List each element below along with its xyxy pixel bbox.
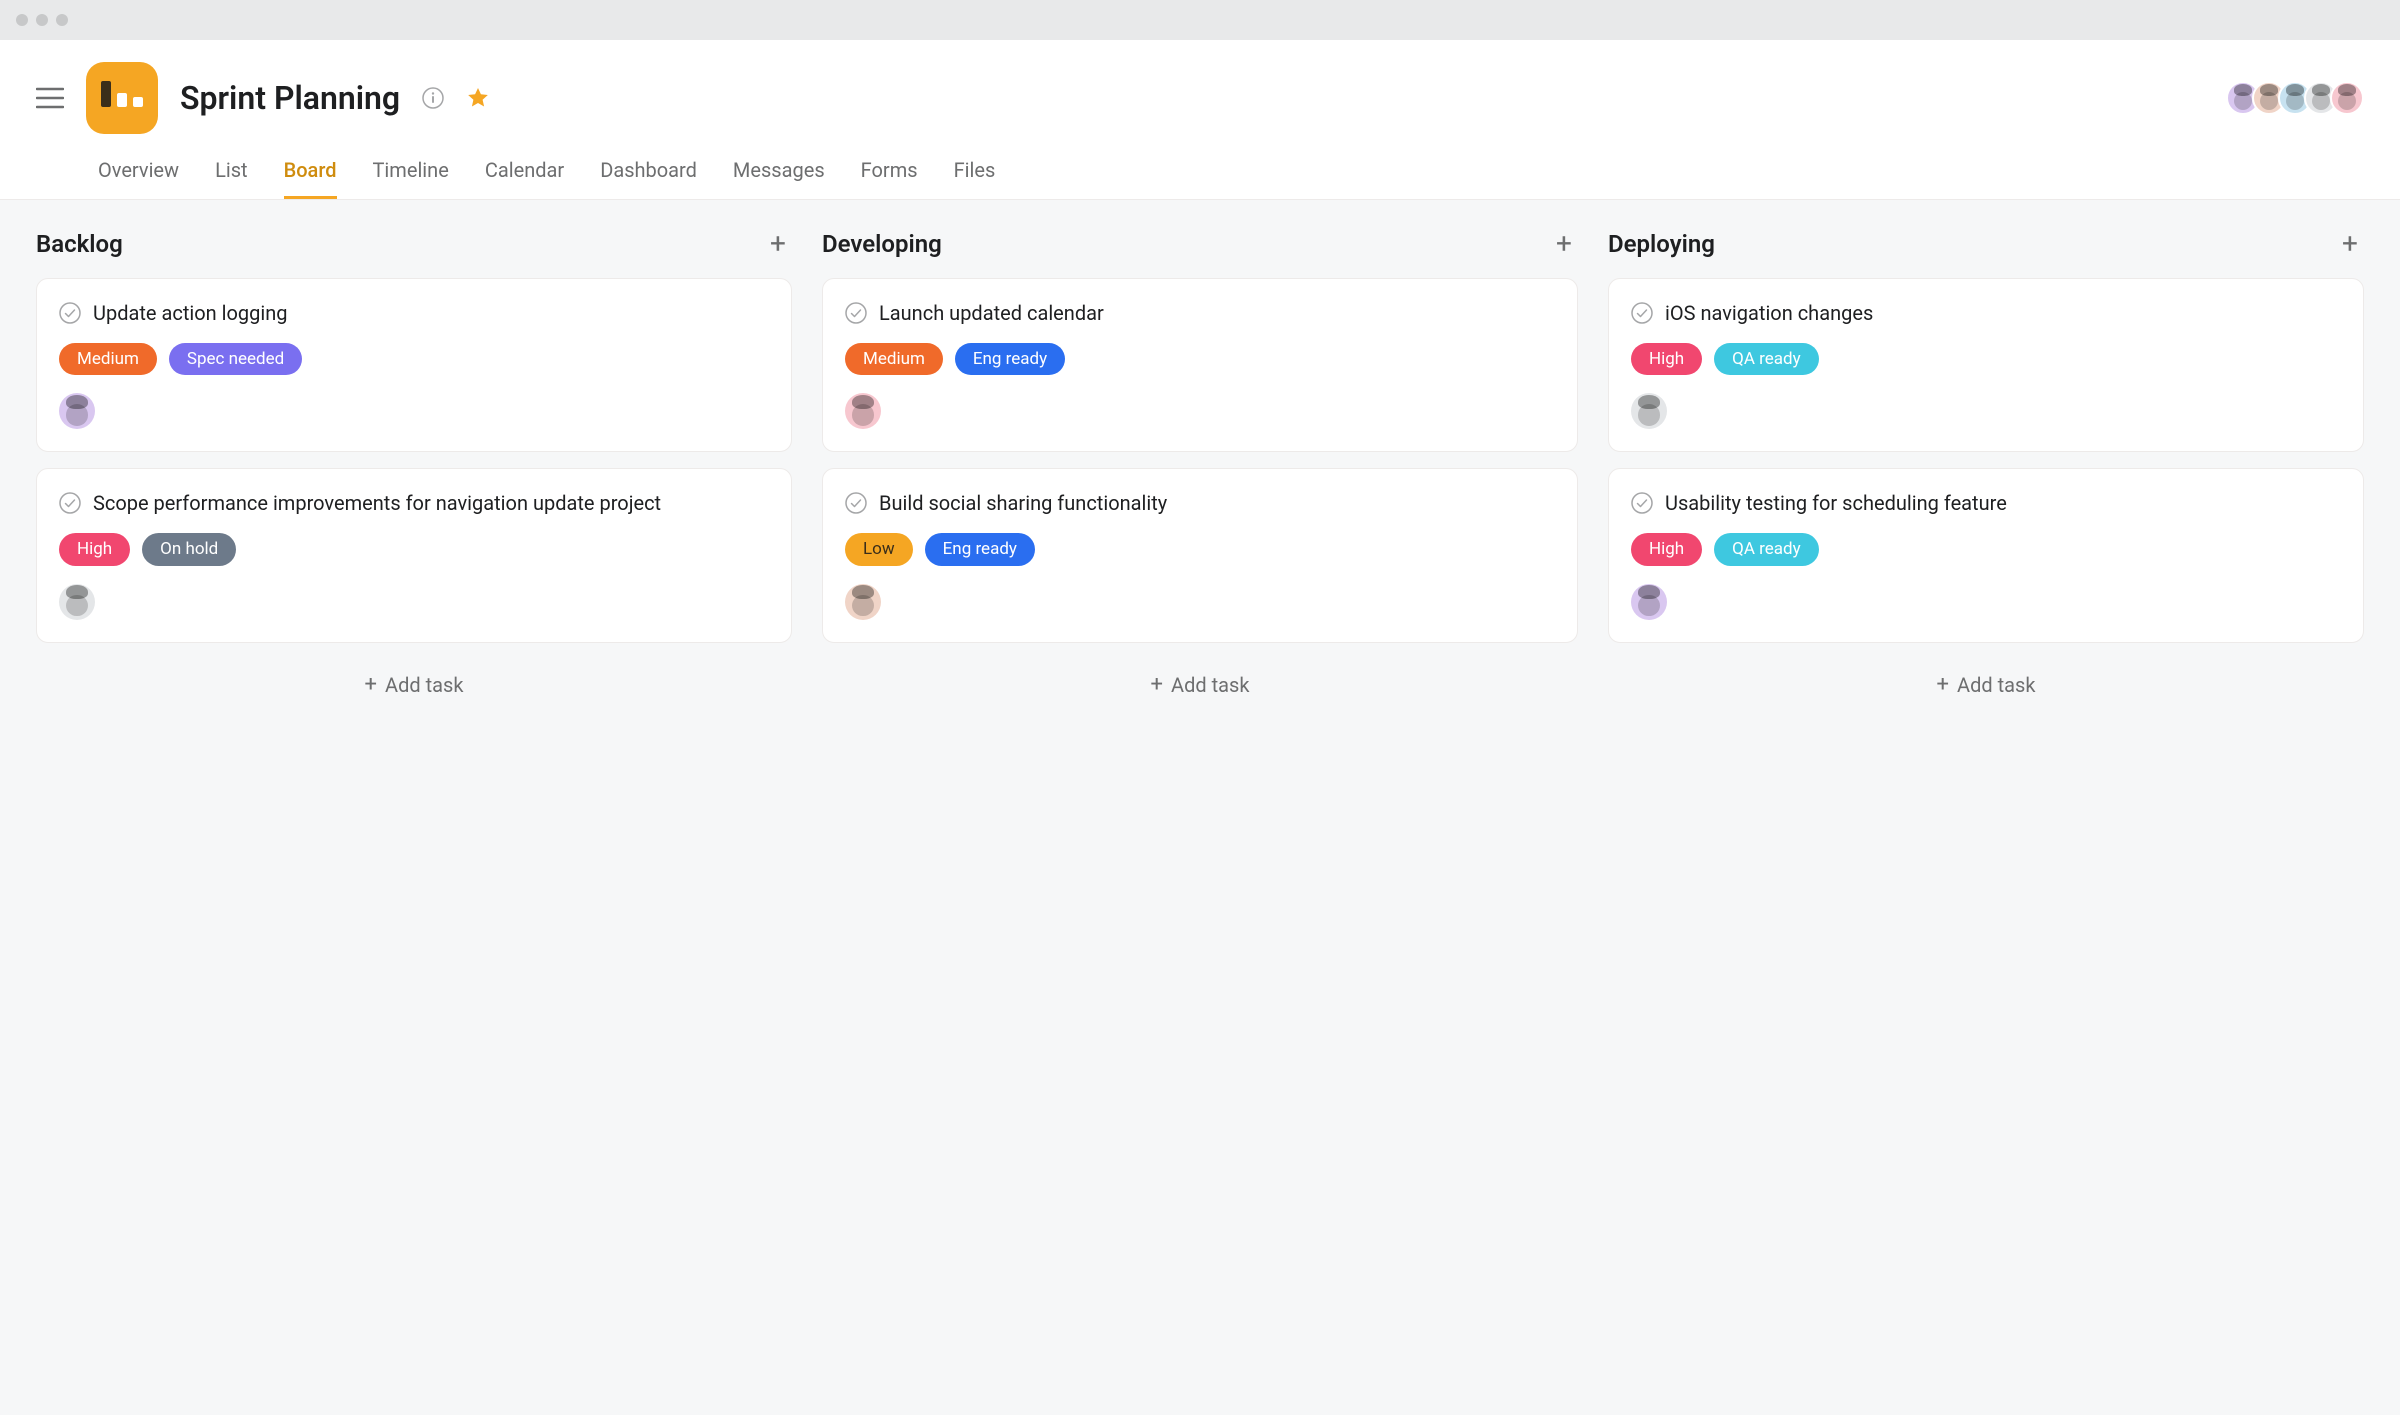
tag[interactable]: Low	[845, 533, 913, 565]
assignee-avatar[interactable]	[59, 393, 95, 429]
task-title: Scope performance improvements for navig…	[93, 489, 661, 517]
tag[interactable]: High	[1631, 533, 1702, 565]
add-task-button[interactable]: + Add task	[1139, 667, 1262, 703]
column-header: Developing +	[822, 230, 1578, 258]
column-header: Backlog +	[36, 230, 792, 258]
add-task-plus-icon[interactable]: +	[2336, 230, 2364, 258]
assignee-avatar[interactable]	[1631, 393, 1667, 429]
task-tags: Medium Spec needed	[59, 343, 769, 375]
tag[interactable]: High	[59, 533, 130, 565]
task-title: Launch updated calendar	[879, 299, 1104, 327]
add-task-button[interactable]: + Add task	[353, 667, 476, 703]
task-title: Update action logging	[93, 299, 288, 327]
board-column: Developing + Launch updated calendar Medium…	[822, 230, 1578, 1335]
tag[interactable]: Medium	[59, 343, 157, 375]
tab-calendar[interactable]: Calendar	[485, 148, 564, 199]
add-task-plus-icon[interactable]: +	[764, 230, 792, 258]
complete-check-icon[interactable]	[59, 492, 81, 514]
project-title: Sprint Planning	[180, 79, 400, 117]
complete-check-icon[interactable]	[845, 302, 867, 324]
tab-timeline[interactable]: Timeline	[373, 148, 449, 199]
tag[interactable]: High	[1631, 343, 1702, 375]
task-tags: Medium Eng ready	[845, 343, 1555, 375]
task-tags: High On hold	[59, 533, 769, 565]
tab-list[interactable]: List	[215, 148, 248, 199]
add-task-label: Add task	[1171, 673, 1249, 697]
task-card[interactable]: Scope performance improvements for navig…	[36, 468, 792, 642]
task-title: iOS navigation changes	[1665, 299, 1873, 327]
project-members[interactable]	[2226, 81, 2364, 115]
tab-overview[interactable]: Overview	[98, 148, 179, 199]
kanban-board: Backlog + Update action logging Medium Spec …	[0, 200, 2400, 1415]
plus-icon: +	[1937, 674, 1949, 696]
task-tags: High QA ready	[1631, 533, 2341, 565]
tab-dashboard[interactable]: Dashboard	[600, 148, 697, 199]
tag[interactable]: On hold	[142, 533, 236, 565]
project-icon	[86, 62, 158, 134]
task-card[interactable]: Launch updated calendar Medium Eng ready	[822, 278, 1578, 452]
window-close-dot[interactable]	[16, 14, 28, 26]
window-titlebar	[0, 0, 2400, 40]
complete-check-icon[interactable]	[1631, 302, 1653, 324]
complete-check-icon[interactable]	[1631, 492, 1653, 514]
project-header: Sprint Planning Overview List Board Timelin…	[0, 40, 2400, 200]
tag[interactable]: QA ready	[1714, 343, 1819, 375]
tag[interactable]: Medium	[845, 343, 943, 375]
tab-messages[interactable]: Messages	[733, 148, 825, 199]
complete-check-icon[interactable]	[59, 302, 81, 324]
column-header: Deploying +	[1608, 230, 2364, 258]
assignee-avatar[interactable]	[1631, 584, 1667, 620]
task-card[interactable]: Update action logging Medium Spec needed	[36, 278, 792, 452]
tab-forms[interactable]: Forms	[861, 148, 918, 199]
column-title: Deploying	[1608, 230, 1715, 258]
task-card[interactable]: iOS navigation changes High QA ready	[1608, 278, 2364, 452]
task-tags: Low Eng ready	[845, 533, 1555, 565]
project-tabs: Overview List Board Timeline Calendar Dashboa…	[98, 148, 2364, 199]
task-tags: High QA ready	[1631, 343, 2341, 375]
task-card[interactable]: Usability testing for scheduling feature…	[1608, 468, 2364, 642]
board-column: Backlog + Update action logging Medium Spec …	[36, 230, 792, 1335]
assignee-avatar[interactable]	[845, 393, 881, 429]
hamburger-menu-icon[interactable]	[36, 87, 64, 109]
tag[interactable]: Eng ready	[955, 343, 1065, 375]
tab-files[interactable]: Files	[954, 148, 996, 199]
column-title: Backlog	[36, 230, 123, 258]
member-avatar[interactable]	[2330, 81, 2364, 115]
star-icon[interactable]	[466, 86, 490, 110]
tag[interactable]: QA ready	[1714, 533, 1819, 565]
plus-icon: +	[365, 674, 377, 696]
add-task-button[interactable]: + Add task	[1925, 667, 2048, 703]
complete-check-icon[interactable]	[845, 492, 867, 514]
tag[interactable]: Spec needed	[169, 343, 302, 375]
assignee-avatar[interactable]	[59, 584, 95, 620]
window-minimize-dot[interactable]	[36, 14, 48, 26]
board-column: Deploying + iOS navigation changes High QA r…	[1608, 230, 2364, 1335]
task-card[interactable]: Build social sharing functionality Low Eng…	[822, 468, 1578, 642]
tab-board[interactable]: Board	[284, 148, 337, 199]
info-icon[interactable]	[422, 87, 444, 109]
task-title: Usability testing for scheduling feature	[1665, 489, 2007, 517]
plus-icon: +	[1151, 674, 1163, 696]
column-title: Developing	[822, 230, 942, 258]
task-title: Build social sharing functionality	[879, 489, 1167, 517]
tag[interactable]: Eng ready	[925, 533, 1035, 565]
window-zoom-dot[interactable]	[56, 14, 68, 26]
add-task-plus-icon[interactable]: +	[1550, 230, 1578, 258]
add-task-label: Add task	[1957, 673, 2035, 697]
assignee-avatar[interactable]	[845, 584, 881, 620]
add-task-label: Add task	[385, 673, 463, 697]
